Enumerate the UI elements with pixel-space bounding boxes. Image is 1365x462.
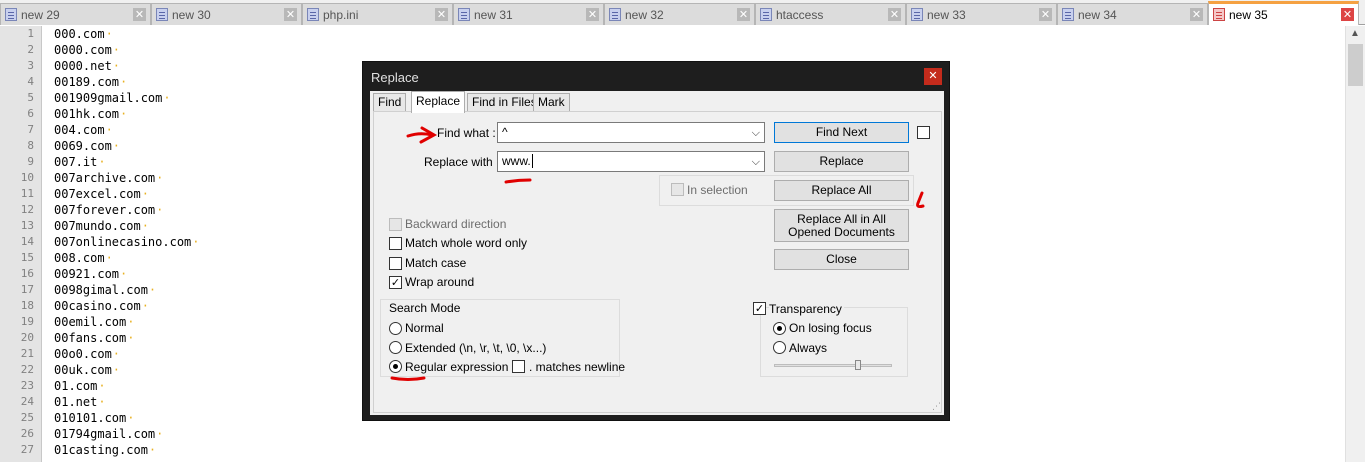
annotation-underline-replace bbox=[504, 178, 532, 184]
annotation-underline-regex bbox=[390, 376, 426, 381]
annotation-mark-replace-all bbox=[916, 191, 925, 209]
annotation-arrow-shaft bbox=[406, 132, 434, 138]
annotation-overlay bbox=[390, 126, 925, 381]
